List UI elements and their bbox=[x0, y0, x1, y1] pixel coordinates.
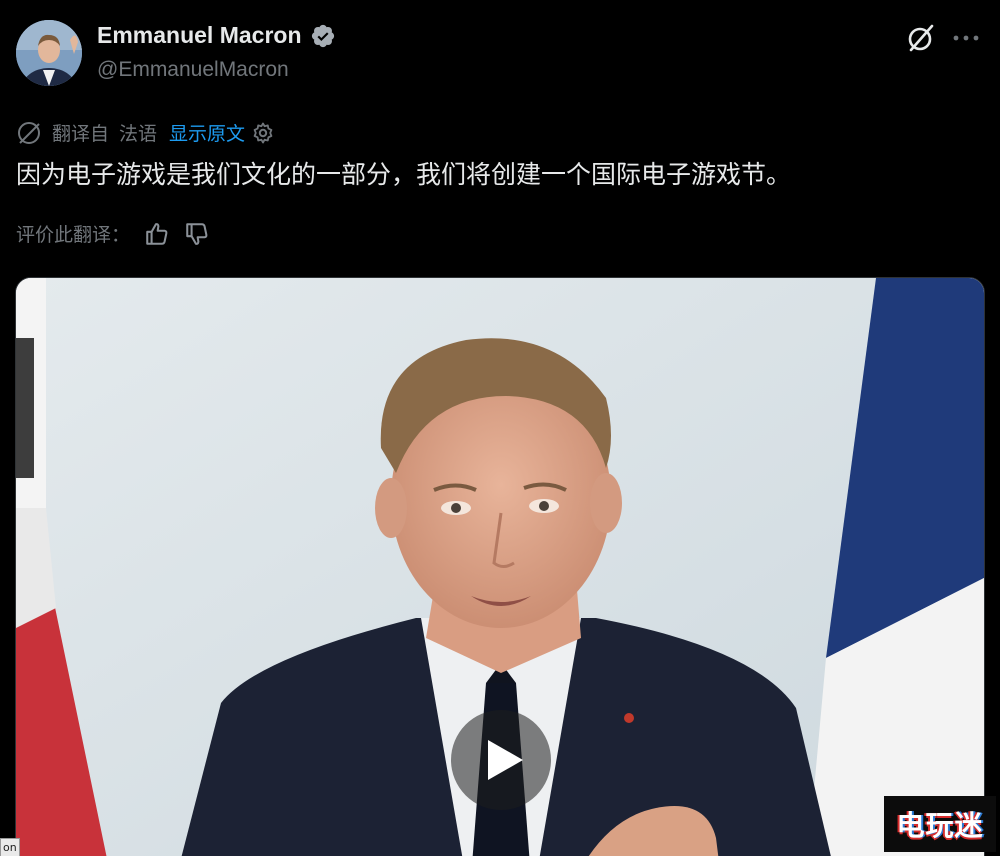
video-player[interactable] bbox=[15, 277, 985, 856]
verified-badge-icon[interactable] bbox=[310, 23, 336, 49]
play-icon bbox=[488, 740, 523, 780]
source-language: 法语 bbox=[119, 123, 158, 145]
author-name-row: Emmanuel Macron bbox=[97, 22, 336, 49]
author-handle[interactable]: @EmmanuelMacron bbox=[97, 58, 289, 82]
author-display-name[interactable]: Emmanuel Macron bbox=[97, 22, 302, 49]
tweet-page: Emmanuel Macron @EmmanuelMacron 翻译自 法语 显… bbox=[0, 0, 1000, 856]
tweet-text: 因为电子游戏是我们文化的一部分，我们将创建一个国际电子游戏节。 bbox=[16, 160, 792, 189]
avatar[interactable] bbox=[16, 20, 82, 86]
rate-translation: 评价此翻译： bbox=[16, 220, 210, 247]
play-button[interactable] bbox=[451, 710, 551, 810]
thumbs-down-icon[interactable] bbox=[184, 221, 210, 247]
avatar-image bbox=[16, 20, 82, 86]
rate-translation-label: 评价此翻译： bbox=[16, 224, 131, 246]
watermark-logo: 电玩迷 bbox=[884, 796, 996, 852]
translation-info: 翻译自 法语 显示原文 bbox=[16, 119, 275, 146]
more-dots-icon[interactable] bbox=[951, 26, 981, 50]
translated-from-label: 翻译自 bbox=[52, 123, 110, 145]
watermark-text: 电玩迷 bbox=[896, 809, 984, 842]
corner-tag: on bbox=[0, 838, 20, 856]
grok-icon[interactable] bbox=[906, 23, 936, 53]
translate-globe-icon bbox=[16, 120, 42, 146]
show-original-link[interactable]: 显示原文 bbox=[169, 119, 245, 146]
thumbs-up-icon[interactable] bbox=[144, 221, 170, 247]
gear-icon[interactable] bbox=[251, 121, 275, 145]
